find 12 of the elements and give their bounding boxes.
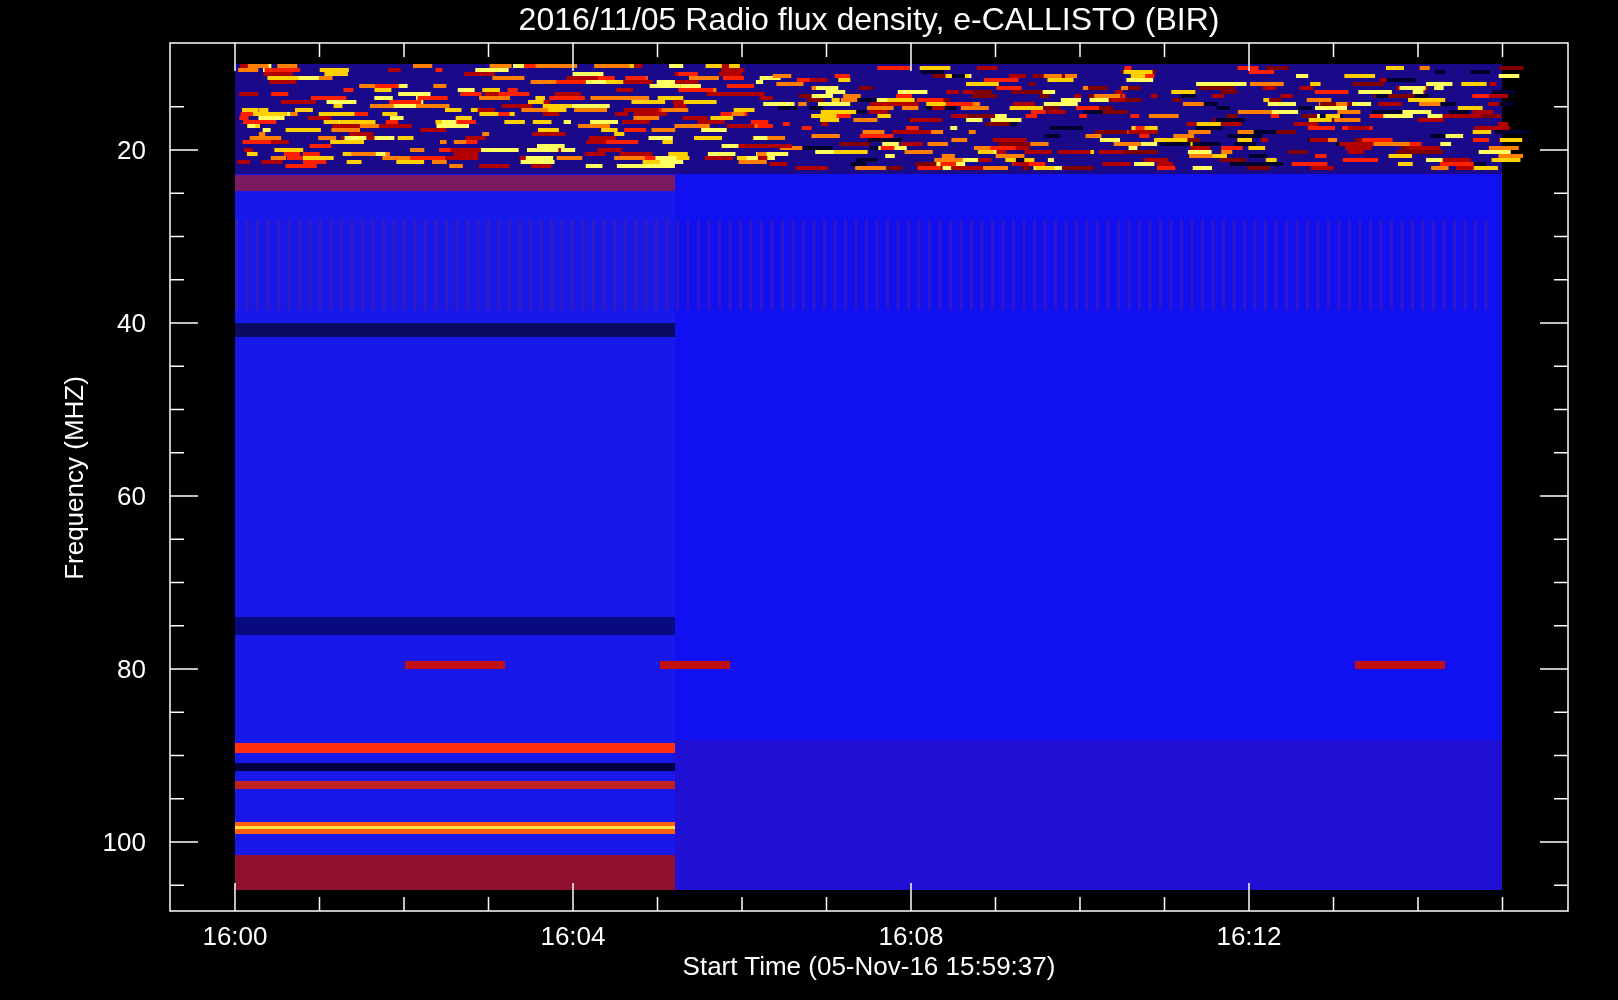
tick-label: 16:00 [202,921,268,951]
tick-label: 40 [117,308,146,338]
tick-label: 16:08 [878,921,944,951]
plot-title: 2016/11/05 Radio flux density, e-CALLISTO (BIR) [518,1,1220,37]
axis-label: Start Time (05-Nov-16 15:59:37) [682,951,1056,981]
tick-label: 80 [117,654,146,684]
tick-label: 100 [102,827,146,857]
axis-label: Frequency (MHZ) [59,376,89,580]
tick-label: 20 [117,135,146,165]
tick-label: 60 [117,481,146,511]
tick-label: 16:04 [540,921,606,951]
tick-label: 16:12 [1216,921,1282,951]
